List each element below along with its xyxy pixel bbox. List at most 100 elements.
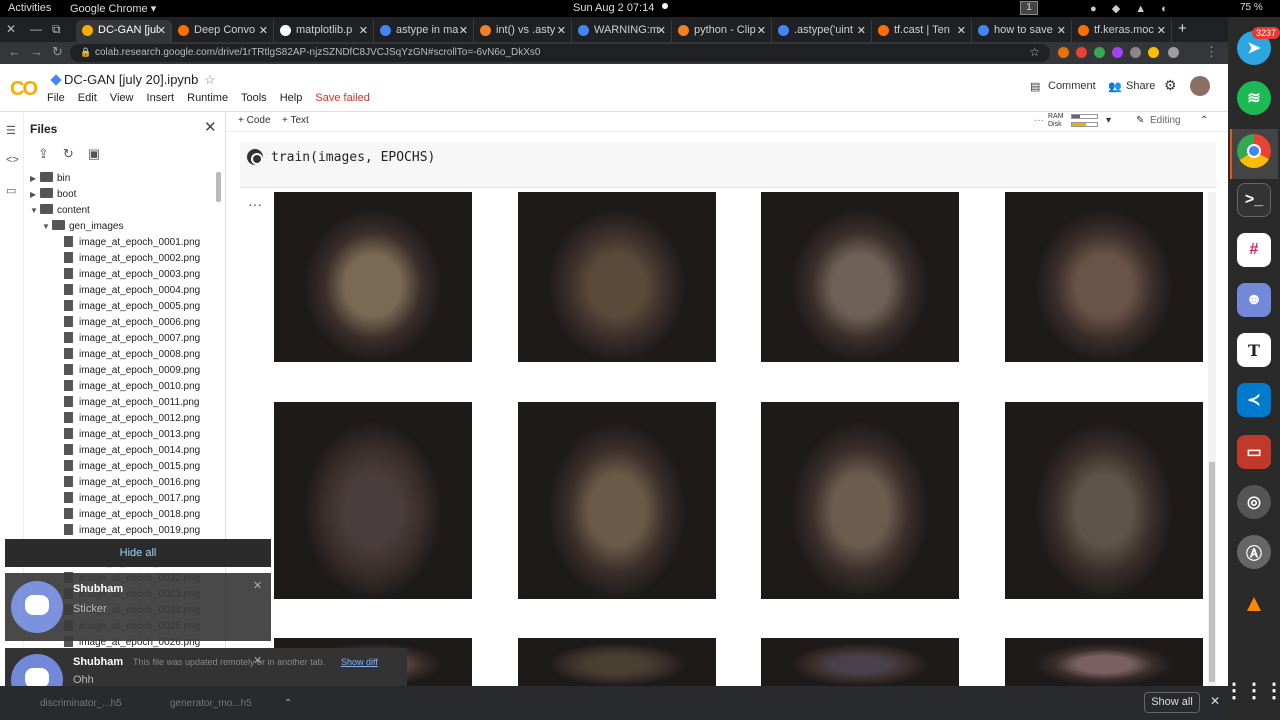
download-item[interactable]: discriminator_...h5 (40, 698, 122, 709)
file-item[interactable]: image_at_epoch_0013.png (54, 428, 200, 440)
file-item[interactable]: image_at_epoch_0011.png (54, 396, 199, 408)
close-window-icon[interactable]: ✕ (6, 22, 16, 36)
chevron-right-icon[interactable]: ▶ (30, 174, 40, 183)
resource-labels[interactable]: RAM Disk (1048, 113, 1064, 129)
chrome-menu-icon[interactable]: ⋮ (1205, 44, 1218, 60)
folder-item[interactable]: ▼ content (30, 204, 90, 216)
terminal-icon[interactable]: >_ (1237, 183, 1271, 217)
browser-tab[interactable]: WARNING:m ✕ (572, 20, 672, 42)
extension-icon[interactable] (1058, 47, 1069, 58)
cell-code[interactable]: train(images, EPOCHS) (271, 150, 435, 165)
tab-close-icon[interactable]: ✕ (1057, 24, 1066, 37)
toc-icon[interactable]: ☰ (6, 124, 16, 137)
file-item[interactable]: image_at_epoch_0017.png (54, 492, 200, 504)
spotify-icon[interactable]: ≋ (1237, 81, 1271, 115)
vlc-icon[interactable]: ▲ (1237, 587, 1271, 621)
app-menu[interactable]: Google Chrome ▾ (70, 2, 156, 15)
activities-button[interactable]: Activities (8, 2, 51, 14)
extension-icon[interactable] (1148, 47, 1159, 58)
back-icon[interactable]: ← (8, 44, 21, 59)
menu-help[interactable]: Help (280, 92, 303, 104)
output-scrollbar[interactable] (1208, 192, 1216, 686)
extension-icon[interactable] (1130, 47, 1141, 58)
tab-close-icon[interactable]: ✕ (757, 24, 766, 37)
add-code-button[interactable]: + Code (238, 115, 271, 126)
file-item[interactable]: image_at_epoch_0008.png (54, 348, 200, 360)
browser-tab[interactable]: matplotlib.p ✕ (274, 20, 374, 42)
file-item[interactable]: image_at_epoch_0003.png (54, 268, 200, 280)
file-item[interactable]: image_at_epoch_0012.png (54, 412, 200, 424)
output-menu-icon[interactable]: ··· (248, 196, 262, 212)
tab-close-icon[interactable]: ✕ (957, 24, 966, 37)
notebook-title[interactable]: DC-GAN [july 20].ipynb (64, 72, 198, 87)
app-grid-icon[interactable]: ⋮⋮⋮ (1224, 673, 1280, 707)
collapse-icon[interactable]: ⌃ (1200, 115, 1208, 126)
notification-card[interactable]: Shubham Sticker ✕ (5, 573, 271, 641)
file-item[interactable]: image_at_epoch_0005.png (54, 300, 200, 312)
file-item[interactable]: image_at_epoch_0001.png (54, 236, 200, 248)
settings-gear-icon[interactable]: ⚙ (1164, 77, 1177, 94)
download-item[interactable]: generator_mo...h5 (170, 698, 252, 709)
add-text-button[interactable]: + Text (282, 115, 309, 126)
file-item[interactable]: image_at_epoch_0009.png (54, 364, 200, 376)
tab-close-icon[interactable]: ✕ (359, 24, 368, 37)
tab-close-icon[interactable]: ✕ (259, 24, 268, 37)
software-center-icon[interactable]: Ⓐ (1237, 535, 1271, 569)
inkscape-icon[interactable]: ◎ (1237, 485, 1271, 519)
profile-avatar[interactable] (1168, 47, 1179, 58)
editing-mode[interactable]: Editing (1150, 115, 1181, 126)
files-folder-icon[interactable]: ▭ (6, 184, 16, 197)
menu-file[interactable]: File (47, 92, 65, 104)
folder-item[interactable]: ▼ gen_images (42, 220, 123, 232)
show-diff-link[interactable]: Show diff (341, 657, 378, 667)
extension-icon[interactable] (1112, 47, 1123, 58)
browser-tab[interactable]: tf.keras.moc ✕ (1072, 20, 1172, 42)
menu-insert[interactable]: Insert (147, 92, 175, 104)
share-button[interactable]: Share (1126, 80, 1155, 92)
folder-item[interactable]: ▶ boot (30, 188, 76, 200)
file-item[interactable]: image_at_epoch_0015.png (54, 460, 200, 472)
comment-button[interactable]: Comment (1048, 80, 1096, 92)
download-chevron-icon[interactable]: ⌃ (284, 698, 292, 709)
chrome-icon[interactable] (1237, 134, 1271, 168)
close-shelf-icon[interactable]: ✕ (1210, 694, 1220, 708)
menu-tools[interactable]: Tools (241, 92, 267, 104)
slack-icon[interactable]: # (1237, 233, 1271, 267)
browser-tab[interactable]: python - Clip ✕ (672, 20, 772, 42)
star-icon[interactable]: ☆ (204, 72, 216, 88)
restore-window-icon[interactable]: ⧉ (52, 22, 61, 37)
chevron-right-icon[interactable]: ▶ (30, 190, 40, 199)
resources-dropdown-icon[interactable]: ▾ (1106, 115, 1111, 126)
address-bar[interactable]: 🔒 colab.research.google.com/drive/1rTRtl… (70, 44, 1050, 62)
browser-tab[interactable]: DC-GAN [jul ✕ (76, 20, 172, 42)
file-item[interactable]: image_at_epoch_0010.png (54, 380, 200, 392)
notification-close-icon[interactable]: ✕ (253, 579, 262, 592)
mount-drive-icon[interactable]: ▣ (88, 146, 114, 161)
user-avatar[interactable] (1190, 76, 1210, 96)
upload-icon[interactable]: ⇪ (38, 146, 63, 161)
browser-tab[interactable]: astype in ma ✕ (374, 20, 474, 42)
save-status[interactable]: Save failed (315, 92, 369, 104)
browser-tab[interactable]: tf.cast | Ten ✕ (872, 20, 972, 42)
run-cell-icon[interactable] (247, 149, 263, 165)
workspace-indicator[interactable]: 1 (1020, 1, 1038, 15)
file-item[interactable]: image_at_epoch_0016.png (54, 476, 200, 488)
show-all-downloads-button[interactable]: Show all (1144, 692, 1200, 713)
browser-tab[interactable]: how to save ✕ (972, 20, 1072, 42)
menu-edit[interactable]: Edit (78, 92, 97, 104)
refresh-icon[interactable]: ↻ (63, 146, 88, 161)
typora-icon[interactable]: T (1237, 333, 1271, 367)
discord-icon[interactable]: ☻ (1237, 283, 1271, 317)
tab-close-icon[interactable]: ✕ (157, 24, 166, 37)
vscode-icon[interactable]: ≺ (1237, 383, 1271, 417)
chevron-down-icon[interactable]: ▼ (42, 222, 52, 231)
bookmark-star-icon[interactable]: ☆ (1029, 45, 1040, 59)
tab-close-icon[interactable]: ✕ (657, 24, 666, 37)
clock[interactable]: Sun Aug 2 07:14 (573, 2, 654, 14)
file-item[interactable]: image_at_epoch_0019.png (54, 524, 200, 536)
code-snippets-icon[interactable]: <> (6, 154, 19, 166)
close-panel-icon[interactable]: ✕ (204, 118, 217, 136)
file-item[interactable]: image_at_epoch_0006.png (54, 316, 200, 328)
file-item[interactable]: image_at_epoch_0004.png (54, 284, 200, 296)
forward-icon[interactable]: → (30, 44, 43, 59)
